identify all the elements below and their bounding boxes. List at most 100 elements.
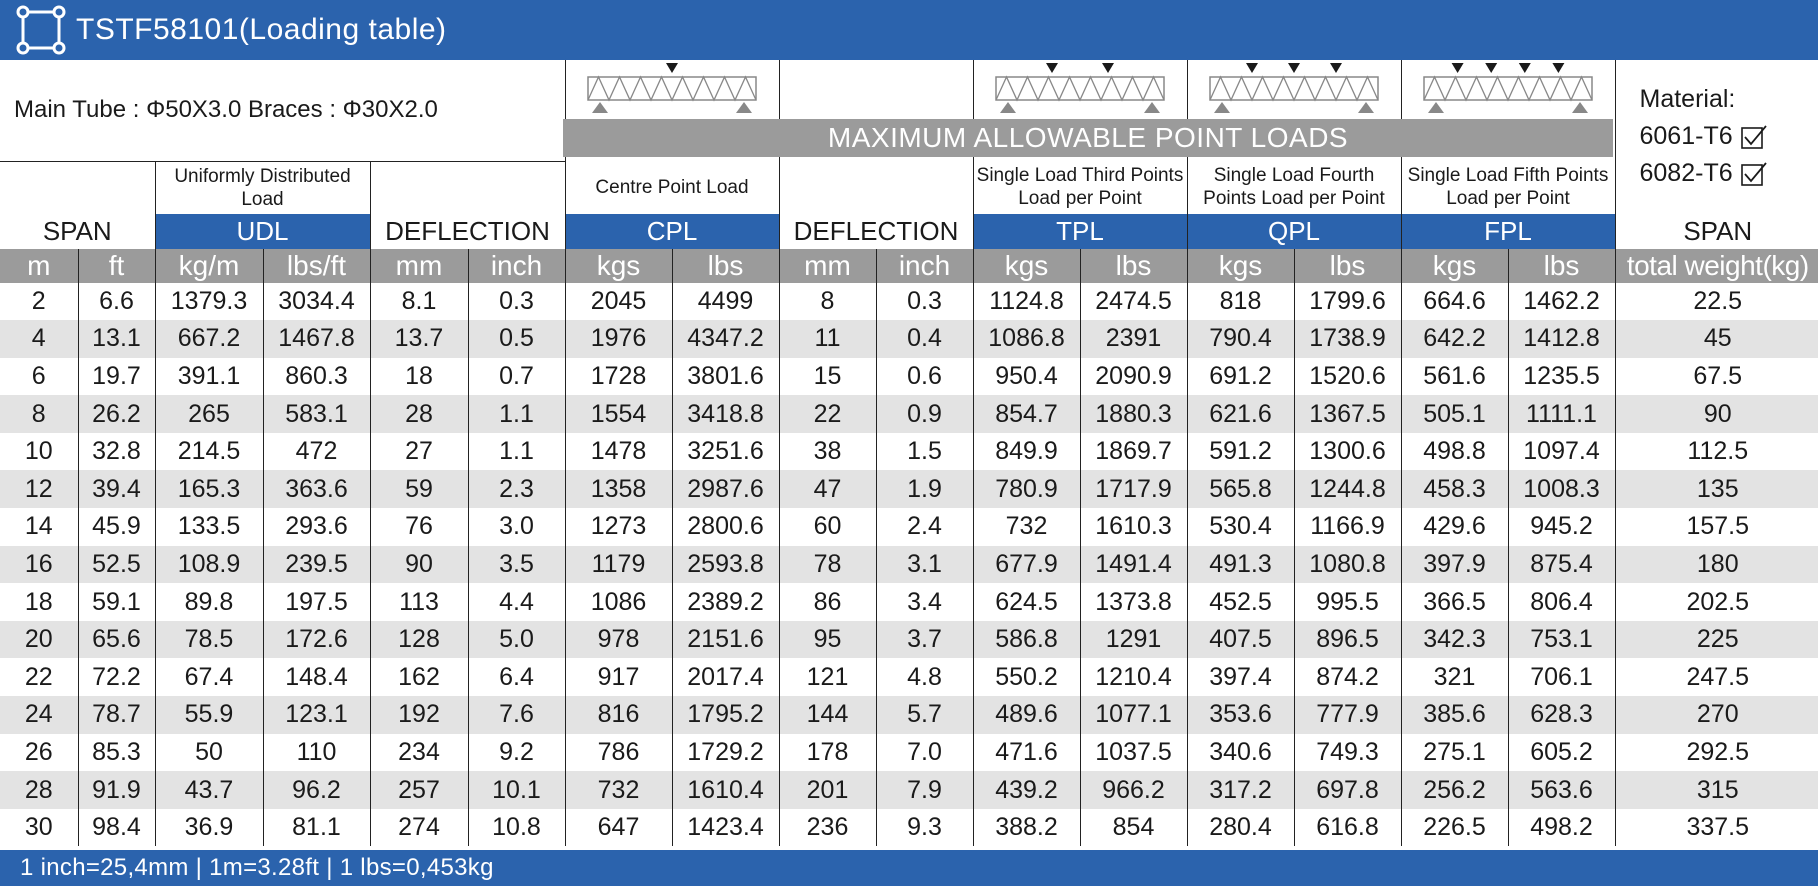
table-cell: 1462.2 bbox=[1507, 282, 1615, 321]
table-cell: 317.2 bbox=[1186, 771, 1294, 809]
table-cell: 2593.8 bbox=[671, 545, 779, 584]
table-cell: 397.4 bbox=[1186, 658, 1294, 697]
table-cell: 197.5 bbox=[262, 583, 370, 621]
table-row: 24 78.7 55.9 123.1 192 7.6 816 1795.2 144 5.7 489.… bbox=[0, 696, 1818, 734]
table-cell: 19.7 bbox=[77, 357, 155, 396]
table-cell: 123.1 bbox=[262, 696, 370, 734]
table-cell: 28 bbox=[0, 771, 78, 809]
unit-header: lbs bbox=[1507, 248, 1615, 283]
table-cell: 8.1 bbox=[369, 282, 468, 321]
table-cell: 8 bbox=[0, 395, 78, 433]
table-cell: 621.6 bbox=[1186, 395, 1294, 433]
table-cell: 818 bbox=[1186, 282, 1294, 321]
unit-header: kgs bbox=[1186, 248, 1294, 283]
material-item-label: 6082-T6 bbox=[1639, 159, 1733, 188]
table-cell: 753.1 bbox=[1507, 620, 1615, 659]
table-cell: 180 bbox=[1614, 545, 1818, 584]
table-cell: 0.5 bbox=[467, 320, 565, 358]
table-cell: 292.5 bbox=[1614, 733, 1818, 772]
table-cell: 777.9 bbox=[1293, 696, 1401, 734]
table-cell: 1111.1 bbox=[1507, 395, 1615, 433]
table-cell: 226.5 bbox=[1400, 808, 1508, 847]
table-cell: 247.5 bbox=[1614, 658, 1818, 697]
table-cell: 565.8 bbox=[1186, 470, 1294, 509]
table-cell: 55.9 bbox=[154, 696, 263, 734]
table-cell: 8 bbox=[778, 282, 876, 321]
table-cell: 966.2 bbox=[1079, 771, 1187, 809]
table-cell: 6.6 bbox=[77, 282, 155, 321]
table-cell: 59 bbox=[369, 470, 468, 509]
table-cell: 1373.8 bbox=[1079, 583, 1187, 621]
table-cell: 225 bbox=[1614, 620, 1818, 659]
table-cell: 849.9 bbox=[972, 432, 1080, 471]
deflection2-desc bbox=[778, 161, 973, 214]
checked-box-icon bbox=[1740, 162, 1767, 186]
table-cell: 98.4 bbox=[77, 808, 155, 847]
table-cell: 561.6 bbox=[1400, 357, 1508, 396]
unit-header: total weight(kg) bbox=[1614, 248, 1818, 283]
table-cell: 1729.2 bbox=[671, 733, 779, 772]
table-cell: 112.5 bbox=[1614, 432, 1818, 471]
table-cell: 10 bbox=[24, 437, 53, 466]
table-cell: 1610.3 bbox=[1079, 508, 1187, 546]
material-item: 6082-T6 bbox=[1640, 155, 1818, 192]
table-cell: 67.5 bbox=[1614, 357, 1818, 396]
table-cell: 749.3 bbox=[1293, 733, 1401, 772]
unit-header: m bbox=[0, 248, 78, 283]
span-desc bbox=[0, 161, 155, 214]
table-cell: 236 bbox=[778, 808, 876, 847]
table-cell: 1.5 bbox=[875, 432, 973, 471]
checked-box-icon bbox=[1740, 125, 1767, 149]
table-cell: 2474.5 bbox=[1079, 282, 1187, 321]
deflection-header: DEFLECTION bbox=[369, 213, 565, 249]
table-cell: 505.1 bbox=[1400, 395, 1508, 433]
table-cell: 917 bbox=[564, 658, 672, 697]
fpl-description: Single Load Fifth Points Load per Point bbox=[1400, 161, 1615, 214]
table-cell: 472 bbox=[262, 432, 370, 471]
table-cell: 860.3 bbox=[262, 357, 370, 396]
udl-header: UDL bbox=[154, 213, 370, 249]
qpl-description: Single Load Fourth Points Load per Point bbox=[1186, 161, 1401, 214]
title-bar: TSTF58101(Loading table) bbox=[0, 0, 1818, 60]
table-cell: 265 bbox=[154, 395, 263, 433]
table-cell: 366.5 bbox=[1400, 583, 1508, 621]
table-cell: 2389.2 bbox=[671, 583, 779, 621]
unit-header: lbs bbox=[1293, 248, 1401, 283]
table-cell: 563.6 bbox=[1507, 771, 1615, 809]
table-cell: 1273 bbox=[564, 508, 672, 546]
table-cell: 85.3 bbox=[77, 733, 155, 772]
table-cell: 3418.8 bbox=[671, 395, 779, 433]
table-cell: 1124.8 bbox=[972, 282, 1080, 321]
table-cell: 1244.8 bbox=[1293, 470, 1401, 509]
table-cell: 86 bbox=[778, 583, 876, 621]
table-cell: 0.4 bbox=[875, 320, 973, 358]
table-cell: 337.5 bbox=[1614, 808, 1818, 847]
table-cell: 7.0 bbox=[875, 733, 973, 772]
table-cell: 275.1 bbox=[1400, 733, 1508, 772]
table-cell: 530.4 bbox=[1186, 508, 1294, 546]
unit-row: m ft kg/m lbs/ft mm inch kgs lbs mm inch kgs lbs kgs… bbox=[0, 248, 1818, 283]
table-cell: 162 bbox=[369, 658, 468, 697]
table-cell: 1799.6 bbox=[1293, 282, 1401, 321]
unit-header: lbs/ft bbox=[262, 248, 370, 283]
table-cell: 896.5 bbox=[1293, 620, 1401, 659]
table-row: 4 13.1 667.2 1467.8 13.7 0.5 1976 4347.2 11 0.4 10… bbox=[0, 320, 1818, 358]
table-cell: 874.2 bbox=[1293, 658, 1401, 697]
table-cell: 36.9 bbox=[154, 808, 263, 847]
table-cell: 239.5 bbox=[262, 545, 370, 584]
table-cell: 148.4 bbox=[262, 658, 370, 697]
table-cell: 10.8 bbox=[467, 808, 565, 847]
table-cell: 22 bbox=[24, 662, 53, 691]
table-cell: 280.4 bbox=[1186, 808, 1294, 847]
table-cell: 10.1 bbox=[467, 771, 565, 809]
table-cell: 1179 bbox=[564, 545, 672, 584]
unit-header: inch bbox=[875, 248, 973, 283]
table-cell: 3.1 bbox=[875, 545, 973, 584]
table-cell: 22.5 bbox=[1614, 282, 1818, 321]
table-cell: 11 bbox=[778, 320, 876, 358]
table-cell: 677.9 bbox=[972, 545, 1080, 584]
table-cell: 14 bbox=[24, 512, 53, 541]
table-cell: 0.3 bbox=[875, 282, 973, 321]
table-cell: 628.3 bbox=[1507, 696, 1615, 734]
table-cell: 76 bbox=[369, 508, 468, 546]
